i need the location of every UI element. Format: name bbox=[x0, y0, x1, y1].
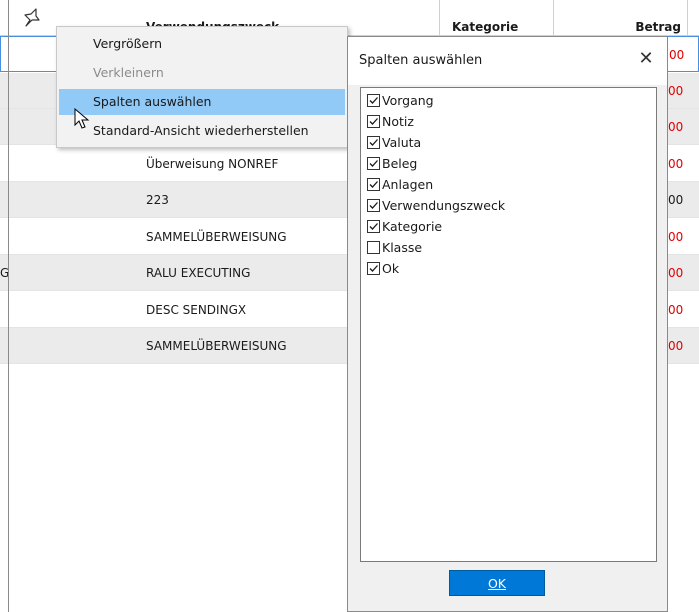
cell-left bbox=[0, 109, 20, 145]
checkmark-icon bbox=[369, 97, 378, 104]
dialog-title: Spalten auswählen bbox=[359, 53, 483, 68]
checkbox[interactable] bbox=[367, 220, 380, 233]
checkbox-label: Verwendungszweck bbox=[382, 198, 506, 213]
checkbox[interactable] bbox=[367, 157, 380, 170]
cell-betrag: 00 bbox=[668, 229, 684, 244]
checkmark-icon bbox=[369, 118, 378, 125]
dialog-title-bar: Spalten auswählen ✕ bbox=[348, 37, 667, 85]
cell-betrag: 00 bbox=[669, 48, 685, 62]
checkbox-label: Kategorie bbox=[382, 219, 443, 234]
pin-icon[interactable] bbox=[22, 8, 40, 28]
checkbox[interactable] bbox=[367, 241, 380, 254]
cell-betrag: 00 bbox=[668, 120, 684, 134]
checkbox-label: Ok bbox=[382, 261, 400, 276]
menu-item-vergroessern[interactable]: Vergrößern bbox=[59, 31, 345, 57]
cell-betrag: 00 bbox=[668, 266, 684, 280]
cell-betrag: 00 bbox=[668, 156, 684, 171]
cell-left bbox=[0, 328, 20, 364]
cell-betrag: 00 bbox=[668, 339, 684, 353]
ok-button[interactable]: OK bbox=[449, 570, 545, 596]
cell-left bbox=[0, 73, 20, 109]
checkbox-label: Notiz bbox=[382, 114, 414, 129]
checkmark-icon bbox=[369, 139, 378, 146]
checkbox[interactable] bbox=[367, 115, 380, 128]
checkmark-icon bbox=[369, 181, 378, 188]
checkbox[interactable] bbox=[367, 262, 380, 275]
checkbox-label: Anlagen bbox=[382, 177, 434, 192]
checkbox-label: Vorgang bbox=[382, 93, 434, 108]
checkbox[interactable] bbox=[367, 136, 380, 149]
column-context-menu: Vergrößern Verkleinern Spalten auswählen… bbox=[56, 26, 348, 148]
cell-betrag: 00 bbox=[668, 83, 684, 98]
checkmark-icon bbox=[369, 202, 378, 209]
column-header-kategorie[interactable]: Kategorie bbox=[440, 0, 554, 36]
checkbox[interactable] bbox=[367, 94, 380, 107]
menu-item-verkleinern[interactable]: Verkleinern bbox=[59, 60, 345, 86]
spalten-auswaehlen-dialog: Spalten auswählen ✕ Vorgang Notiz Valuta Be… bbox=[347, 36, 668, 612]
checkbox[interactable] bbox=[367, 199, 380, 212]
cell-left bbox=[0, 182, 20, 218]
cell-left: G bbox=[0, 266, 10, 280]
menu-item-standard-ansicht[interactable]: Standard-Ansicht wiederherstellen bbox=[59, 118, 345, 144]
ok-button-label: OK bbox=[487, 576, 507, 591]
column-header-betrag[interactable]: Betrag bbox=[554, 0, 688, 36]
checkmark-icon bbox=[369, 160, 378, 167]
checkbox-label: Klasse bbox=[382, 240, 423, 255]
mouse-cursor-icon bbox=[74, 108, 90, 129]
grid-left-border bbox=[8, 0, 9, 612]
cell-betrag: 00 bbox=[668, 302, 684, 317]
menu-item-spalten-auswaehlen[interactable]: Spalten auswählen bbox=[59, 89, 345, 115]
close-icon[interactable]: ✕ bbox=[634, 47, 658, 71]
cell-left bbox=[1, 37, 21, 73]
column-checkbox-list: Vorgang Notiz Valuta Beleg Anlagen Verwendung… bbox=[360, 87, 657, 562]
checkbox[interactable] bbox=[367, 178, 380, 191]
checkmark-icon bbox=[369, 223, 378, 230]
cell-left bbox=[0, 292, 20, 328]
cell-left bbox=[0, 146, 20, 182]
cell-betrag: 00 bbox=[668, 193, 684, 207]
checkbox-label: Valuta bbox=[382, 135, 422, 150]
checkbox-label: Beleg bbox=[382, 156, 418, 171]
checkmark-icon bbox=[369, 265, 378, 272]
cell-left bbox=[0, 219, 20, 255]
